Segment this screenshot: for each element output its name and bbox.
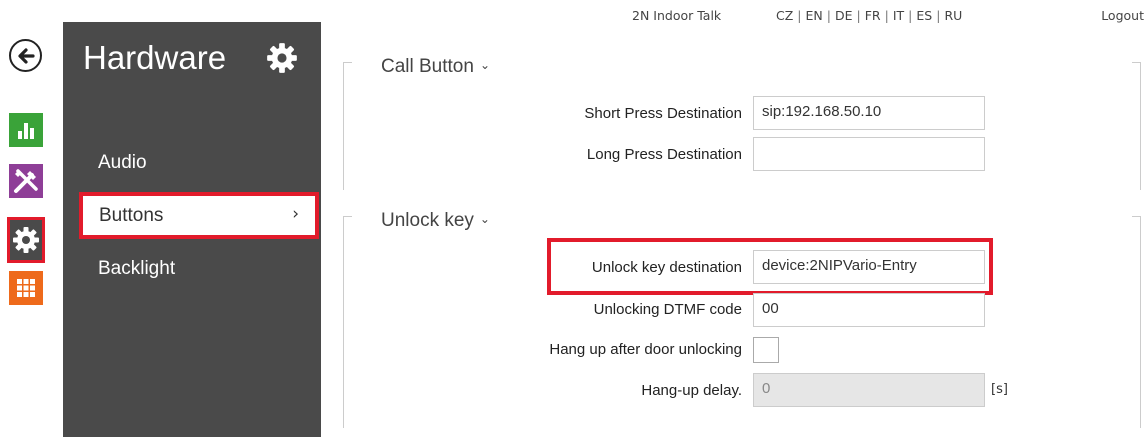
lang-separator: |: [936, 8, 941, 23]
back-arrow-icon: [17, 47, 35, 64]
hang-up-delay-unit: [s]: [991, 382, 1008, 397]
short-press-destination-input[interactable]: sip:192.168.50.10: [753, 96, 985, 130]
sidebar: Hardware Audio Buttons › Backlight: [63, 22, 321, 437]
hang-up-after-unlock-checkbox[interactable]: [753, 337, 779, 363]
long-press-destination-input[interactable]: [753, 137, 985, 171]
hang-up-delay-label: Hang-up delay.: [641, 382, 742, 399]
unlock-key-destination-input[interactable]: device:2NIPVario-Entry: [753, 250, 985, 284]
logout-link[interactable]: Logout: [1101, 8, 1144, 23]
chevron-down-icon: ⌄: [479, 58, 491, 72]
sidebar-item-buttons[interactable]: Buttons ›: [79, 192, 319, 239]
lang-es[interactable]: ES: [916, 8, 932, 23]
sidebar-item-label: Buttons: [99, 205, 164, 226]
back-button[interactable]: [9, 39, 42, 72]
unlock-key-section-toggle[interactable]: Unlock key ⌄: [381, 210, 490, 232]
grid-icon: [17, 279, 35, 297]
lang-en[interactable]: EN: [806, 8, 823, 23]
long-press-destination-label: Long Press Destination: [586, 146, 742, 163]
chevron-right-icon: ›: [292, 204, 299, 224]
call-button-section-toggle[interactable]: Call Button ⌄: [381, 56, 490, 78]
hang-up-delay-input[interactable]: 0: [753, 373, 985, 407]
lang-separator: |: [908, 8, 913, 23]
chevron-down-icon: ⌄: [479, 212, 490, 226]
unlock-key-destination-label: Unlock key destination: [591, 259, 742, 276]
lang-separator: |: [826, 8, 831, 23]
section-title: Unlock key: [381, 210, 474, 231]
lang-it[interactable]: IT: [893, 8, 904, 23]
lang-separator: |: [884, 8, 889, 23]
language-switcher: CZ | EN | DE | FR | IT | ES | RU: [776, 8, 962, 23]
bar-chart-icon: [18, 123, 34, 139]
lang-separator: |: [856, 8, 861, 23]
rail-system-button[interactable]: [9, 271, 43, 305]
lang-fr[interactable]: FR: [865, 8, 881, 23]
gear-icon: [267, 43, 297, 73]
rail-hardware-button[interactable]: [7, 217, 45, 263]
sidebar-item-backlight[interactable]: Backlight: [98, 258, 175, 280]
lang-ru[interactable]: RU: [944, 8, 962, 23]
rail-status-button[interactable]: [9, 113, 43, 147]
short-press-destination-label: Short Press Destination: [584, 105, 742, 122]
lang-cz[interactable]: CZ: [776, 8, 793, 23]
section-title: Call Button: [381, 56, 474, 77]
hang-up-after-unlock-label: Hang up after door unlocking: [549, 341, 742, 358]
sidebar-title: Hardware: [83, 39, 227, 76]
rail-services-button[interactable]: [9, 164, 43, 198]
gear-icon: [13, 227, 39, 253]
lang-separator: |: [797, 8, 802, 23]
product-name: 2N Indoor Talk: [632, 8, 722, 23]
tools-icon: [14, 169, 38, 193]
unlocking-dtmf-code-label: Unlocking DTMF code: [593, 301, 742, 318]
lang-de[interactable]: DE: [835, 8, 853, 23]
sidebar-item-audio[interactable]: Audio: [98, 152, 147, 174]
call-button-section: [343, 62, 1141, 190]
unlocking-dtmf-code-input[interactable]: 00: [753, 293, 985, 327]
